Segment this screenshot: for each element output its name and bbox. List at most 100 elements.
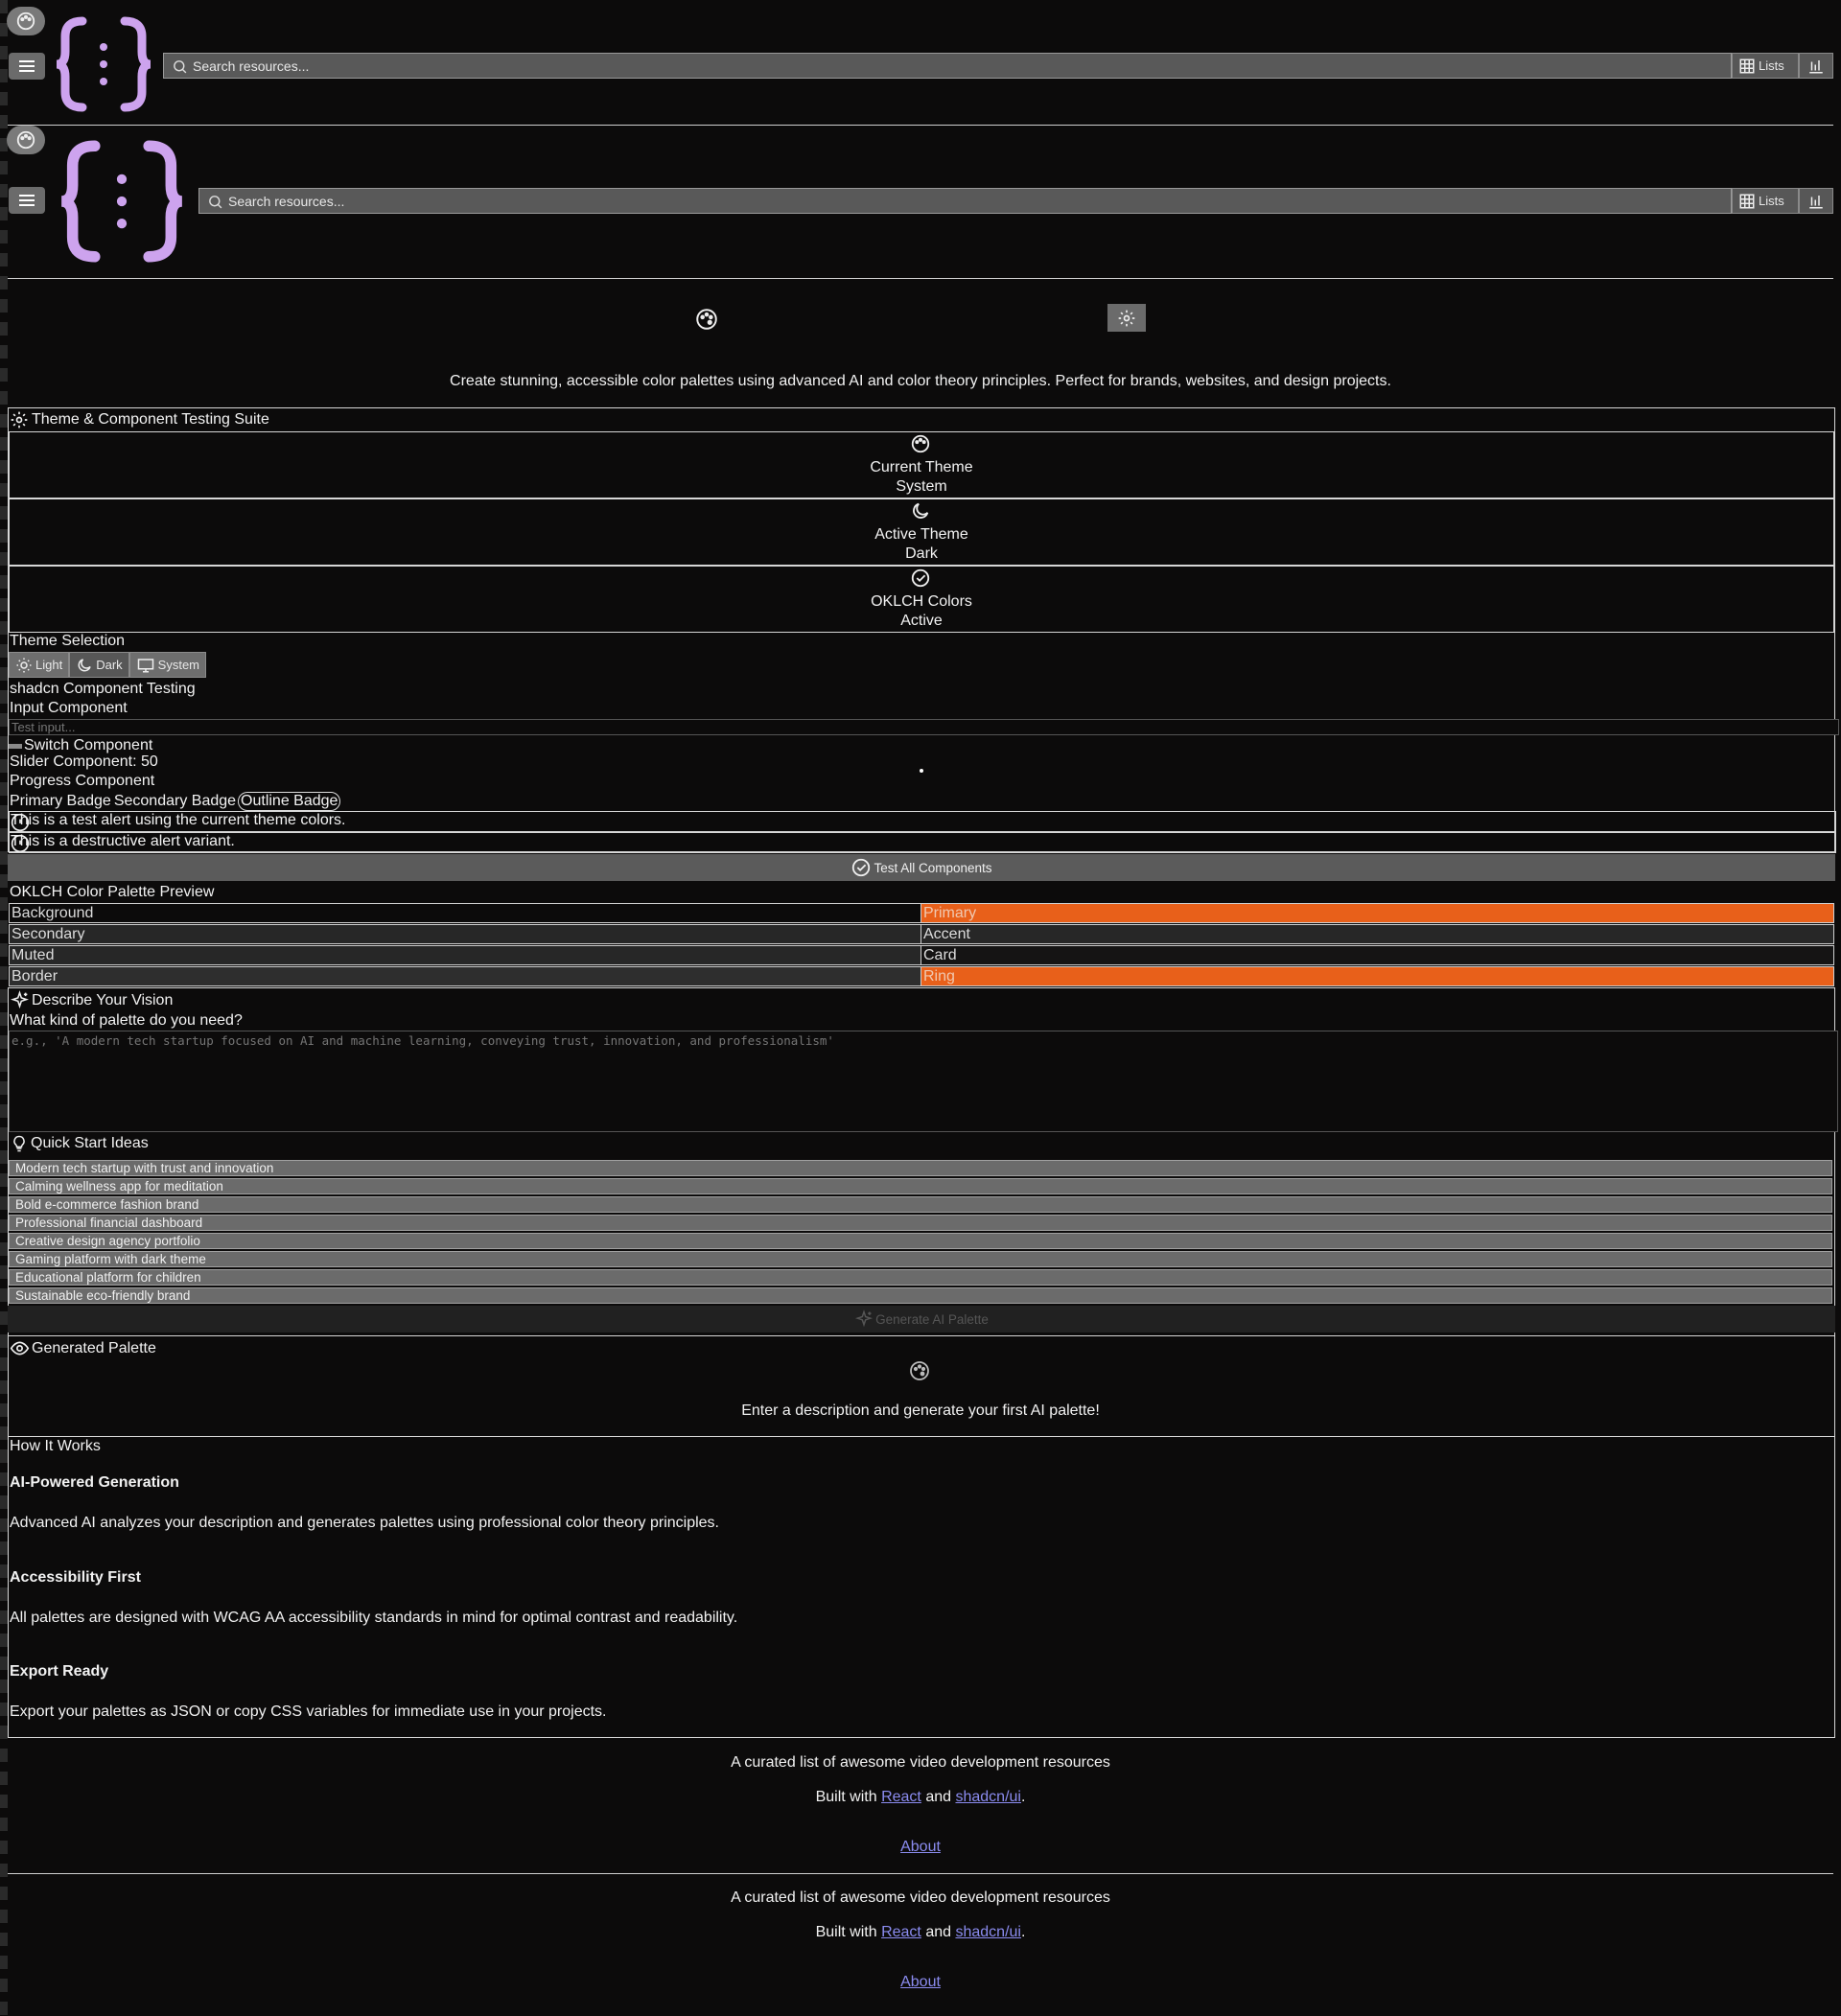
testing-suite-title: Theme & Component Testing Suite xyxy=(10,410,269,429)
theme-palette-button[interactable] xyxy=(7,7,45,35)
theme-light-button[interactable]: Light xyxy=(9,652,70,678)
secondary-badge: Secondary Badge xyxy=(113,793,237,809)
search-input[interactable]: Search resources... xyxy=(163,53,1732,79)
test-switch[interactable] xyxy=(9,743,22,749)
quick-start-idea[interactable]: Gaming platform with dark theme xyxy=(9,1251,1832,1267)
quick-start-idea[interactable]: Bold e-commerce fashion brand xyxy=(9,1196,1832,1213)
stats-button[interactable] xyxy=(1799,53,1833,79)
footer-tagline-2: A curated list of awesome video developm… xyxy=(731,1889,1110,1906)
how-it-works-title: How It Works xyxy=(10,1438,101,1454)
quick-start-idea[interactable]: Modern tech startup with trust and innov… xyxy=(9,1160,1832,1176)
how-item-text: Advanced AI analyzes your description an… xyxy=(10,1515,719,1531)
about-link[interactable]: About xyxy=(900,1839,941,1855)
generated-palette-panel xyxy=(8,1335,1835,1437)
primary-badge: Primary Badge xyxy=(10,793,111,809)
current-theme-card: Current Theme System xyxy=(9,431,1834,498)
logo[interactable] xyxy=(54,13,153,115)
logo-braces-icon xyxy=(60,140,183,263)
how-item-heading: AI-Powered Generation xyxy=(10,1474,179,1491)
oklch-colors-card: OKLCH Colors Active xyxy=(9,566,1834,633)
shadcn-link[interactable]: shadcn/ui xyxy=(955,1789,1021,1805)
bar-chart-icon xyxy=(1809,59,1823,73)
vision-textarea[interactable] xyxy=(9,1031,1838,1132)
switch-label: Switch Component xyxy=(24,737,153,753)
react-link-2[interactable]: React xyxy=(881,1924,921,1940)
header-divider-2 xyxy=(8,278,1833,279)
swatch-muted: Muted xyxy=(9,945,921,965)
moon-icon xyxy=(913,502,929,519)
stats-button-2[interactable] xyxy=(1799,188,1833,214)
lists-button[interactable]: Lists xyxy=(1732,53,1799,79)
switch-row: Switch Component xyxy=(9,737,152,754)
card-label: Current Theme xyxy=(870,459,973,475)
quick-start-idea[interactable]: Professional financial dashboard xyxy=(9,1215,1832,1231)
moon-icon xyxy=(78,658,91,671)
quick-start-idea[interactable]: Calming wellness app for meditation xyxy=(9,1178,1832,1194)
search-placeholder: Search resources... xyxy=(193,58,310,74)
how-item-text: All palettes are designed with WCAG AA a… xyxy=(10,1610,738,1626)
sparkles-icon xyxy=(11,990,29,1009)
quick-start-idea[interactable]: Creative design agency portfolio xyxy=(9,1233,1832,1249)
footer-built-with-2: Built with React and shadcn/ui. xyxy=(815,1924,1026,1940)
lightbulb-icon xyxy=(13,1135,25,1152)
react-link[interactable]: React xyxy=(881,1789,921,1805)
eye-icon xyxy=(10,1341,30,1356)
menu-button[interactable] xyxy=(9,53,45,80)
swatch-accent: Accent xyxy=(920,924,1834,944)
logo-braces-icon xyxy=(56,16,151,112)
oklch-preview-title: OKLCH Color Palette Preview xyxy=(10,884,215,900)
quick-start-idea[interactable]: Educational platform for children xyxy=(9,1269,1832,1286)
left-edge-stripe xyxy=(0,0,8,2016)
slider-thumb[interactable] xyxy=(920,769,923,773)
grid-icon xyxy=(1739,58,1755,73)
theme-dark-button[interactable]: Dark xyxy=(69,652,129,678)
about-link-2[interactable]: About xyxy=(900,1974,941,1990)
progress-label: Progress Component xyxy=(10,773,155,789)
test-input[interactable] xyxy=(9,719,1839,735)
generated-empty-text: Enter a description and generate your fi… xyxy=(741,1402,1100,1419)
active-theme-card: Active Theme Dark xyxy=(9,498,1834,566)
card-label: OKLCH Colors xyxy=(871,593,972,610)
sun-icon xyxy=(16,658,32,672)
shadcn-link-2[interactable]: shadcn/ui xyxy=(955,1924,1021,1940)
swatch-card: Card xyxy=(920,945,1834,965)
badges-row: Primary Badge Secondary Badge Outline Ba… xyxy=(10,792,341,811)
quick-start-title: Quick Start Ideas xyxy=(10,1133,149,1154)
lists-button-2[interactable]: Lists xyxy=(1732,188,1799,214)
swatch-border: Border xyxy=(9,966,921,986)
search-input-2[interactable]: Search resources... xyxy=(198,188,1732,214)
card-value: Active xyxy=(900,613,943,629)
search-placeholder: Search resources... xyxy=(228,193,345,209)
logo-2[interactable] xyxy=(56,136,188,266)
footer-tagline: A curated list of awesome video developm… xyxy=(731,1754,1110,1771)
palette-icon xyxy=(16,12,35,31)
slider-label: Slider Component: 50 xyxy=(10,753,158,770)
card-value: System xyxy=(896,478,947,495)
swatch-secondary: Secondary xyxy=(9,924,921,944)
theme-system-button[interactable]: System xyxy=(128,652,206,678)
how-item-heading: Export Ready xyxy=(10,1663,109,1680)
menu-icon xyxy=(19,195,35,206)
swatch-primary: Primary xyxy=(920,903,1834,923)
check-circle-icon xyxy=(911,568,930,588)
palette-icon xyxy=(910,1361,929,1380)
footer-divider xyxy=(8,1873,1833,1874)
theme-selection-label: Theme Selection xyxy=(10,633,126,649)
quick-start-idea[interactable]: Sustainable eco-friendly brand xyxy=(9,1287,1832,1304)
theme-palette-button-2[interactable] xyxy=(7,126,45,154)
test-all-components-button[interactable]: Test All Components xyxy=(8,854,1835,881)
how-item-text: Export your palettes as JSON or copy CSS… xyxy=(10,1703,607,1720)
vision-title: Describe Your Vision xyxy=(10,990,173,1010)
header-divider xyxy=(8,125,1833,126)
theme-buttons: Light Dark System xyxy=(9,652,206,678)
menu-button-2[interactable] xyxy=(9,187,45,214)
generate-palette-button[interactable]: Generate AI Palette xyxy=(8,1306,1835,1332)
swatch-ring: Ring xyxy=(920,966,1834,986)
palette-icon xyxy=(16,130,35,150)
settings-button[interactable] xyxy=(1107,304,1146,332)
gear-icon xyxy=(11,411,28,429)
search-icon xyxy=(174,60,187,74)
outline-badge: Outline Badge xyxy=(238,792,341,811)
gear-icon xyxy=(1118,310,1135,326)
vision-question: What kind of palette do you need? xyxy=(10,1012,243,1029)
